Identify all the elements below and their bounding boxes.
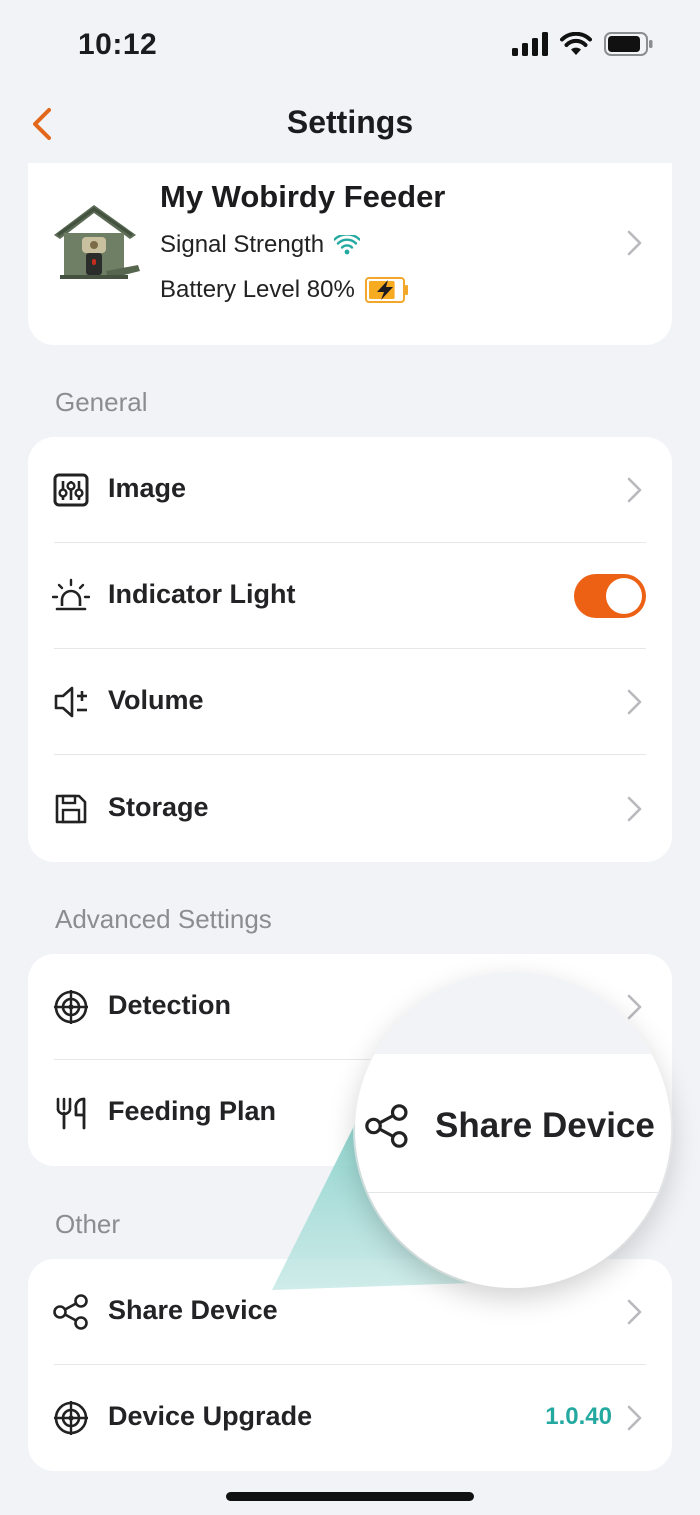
callout-label: Share Device xyxy=(435,1106,655,1145)
callout-divider xyxy=(355,1192,671,1193)
home-indicator[interactable] xyxy=(226,1492,474,1501)
share-icon xyxy=(365,1104,408,1148)
callout-beam xyxy=(272,1110,500,1290)
callout-background-strip xyxy=(355,972,671,1054)
share-device-callout: Share Device xyxy=(355,972,671,1288)
